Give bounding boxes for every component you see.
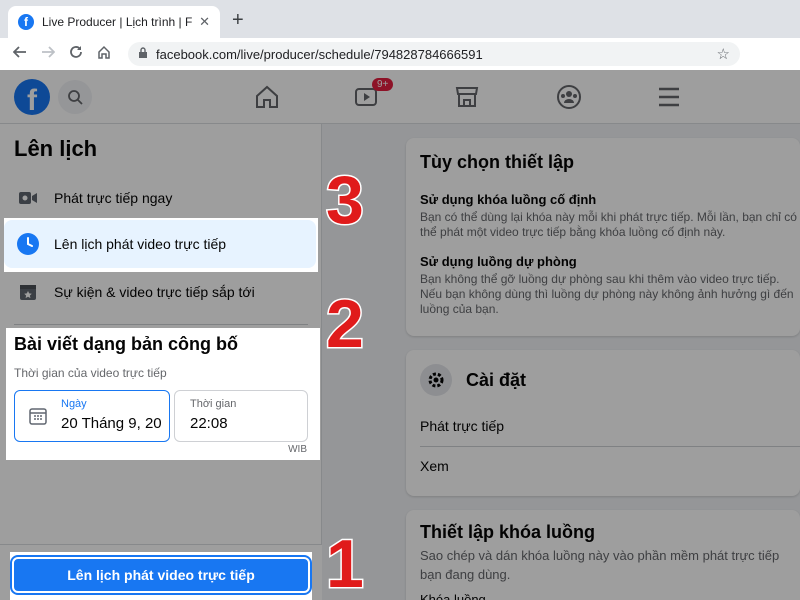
sidebar-item-schedule-live[interactable]: Lên lịch phát video trực tiếp [4, 220, 316, 268]
calendar-icon [29, 407, 47, 430]
sidebar-item-upcoming-events[interactable]: Sự kiện & video trực tiếp sắp tới [4, 268, 316, 316]
home-nav-icon[interactable] [252, 82, 282, 112]
stream-key-text: Sao chép và dán khóa luồng này vào phần … [420, 548, 780, 582]
step-number-3: 3 [325, 162, 366, 238]
post-card-title: Bài viết dạng bản công bố [14, 334, 239, 354]
new-tab-icon[interactable]: + [232, 10, 244, 30]
sidebar-item-go-live-now[interactable]: Phát trực tiếp ngay [4, 174, 316, 222]
back-arrow-icon[interactable] [6, 45, 34, 64]
settings-title: Cài đặt [466, 370, 527, 390]
browser-tab[interactable]: f Live Producer | Lịch trình | Facebook … [8, 6, 220, 38]
setup-options-card: Tùy chọn thiết lập Sử dụng khóa luồng cố… [406, 138, 800, 336]
tab-title: Live Producer | Lịch trình | Facebook [42, 15, 192, 29]
time-field[interactable]: Thời gian 22:08 [174, 390, 308, 442]
stream-key-label: Khóa luồng [420, 592, 486, 600]
lock-icon [138, 46, 148, 62]
browser-tab-bar: f Live Producer | Lịch trình | Facebook … [0, 0, 800, 38]
address-bar[interactable]: facebook.com/live/producer/schedule/7948… [128, 42, 740, 66]
reload-icon[interactable] [62, 45, 90, 64]
backup-stream-title[interactable]: Sử dụng luồng dự phòng [420, 254, 577, 269]
video-notification-badge: 9+ [372, 78, 394, 91]
sidebar-item-label: Phát trực tiếp ngay [54, 190, 173, 206]
sidebar-item-label: Sự kiện & video trực tiếp sắp tới [54, 284, 255, 300]
settings-card: Cài đặt Phát trực tiếp Xem [406, 350, 800, 496]
sidebar-footer: Lên lịch phát video trực tiếp [0, 544, 322, 600]
persistent-key-title[interactable]: Sử dụng khóa luồng cố định [420, 192, 596, 207]
step-number-1: 1 [325, 526, 366, 600]
post-card-subtitle: Thời gian của video trực tiếp [14, 366, 167, 380]
search-icon[interactable] [58, 80, 92, 114]
browser-toolbar: facebook.com/live/producer/schedule/7948… [0, 38, 800, 99]
facebook-logo-icon[interactable]: f [14, 79, 50, 115]
persistent-key-text: Bạn có thể dùng lại khóa này mỗi khi phá… [420, 210, 797, 239]
date-field-label: Ngày [61, 398, 87, 410]
left-sidebar: Lên lịch Phát trực tiếp ngay Lên lịch ph… [0, 124, 322, 600]
bookmark-star-icon[interactable]: ☆ [717, 45, 730, 63]
video-camera-icon [16, 186, 40, 210]
calendar-star-icon [16, 280, 40, 304]
setup-options-title: Tùy chọn thiết lập [420, 152, 575, 172]
stream-key-title: Thiết lập khóa luồng [420, 522, 595, 542]
main-content: Tùy chọn thiết lập Sử dụng khóa luồng cố… [324, 124, 800, 600]
announcement-post-card: Bài viết dạng bản công bố Thời gian của … [6, 328, 319, 460]
clock-icon [16, 232, 40, 256]
groups-nav-icon[interactable] [554, 82, 584, 112]
facebook-header: f 9+ [0, 70, 800, 124]
home-icon[interactable] [90, 45, 118, 64]
timezone-label: WIB [288, 444, 307, 455]
sidebar-item-label: Lên lịch phát video trực tiếp [54, 236, 227, 252]
settings-row-view[interactable]: Xem [420, 458, 449, 474]
settings-row-live[interactable]: Phát trực tiếp [420, 418, 504, 434]
sidebar-divider [14, 324, 308, 325]
settings-divider [420, 446, 800, 447]
url-text: facebook.com/live/producer/schedule/7948… [156, 46, 483, 62]
stream-key-card: Thiết lập khóa luồng Sao chép và dán khó… [406, 510, 800, 600]
step-number-2: 2 [325, 286, 366, 362]
date-field[interactable]: Ngày 20 Tháng 9, 20 [14, 390, 170, 442]
marketplace-nav-icon[interactable] [452, 82, 482, 112]
facebook-favicon-icon: f [18, 14, 34, 30]
schedule-live-button[interactable]: Lên lịch phát video trực tiếp [12, 557, 310, 593]
menu-hamburger-icon[interactable] [654, 82, 684, 112]
backup-stream-text: Bạn không thể gỡ luồng dự phòng sau khi … [420, 272, 794, 316]
sidebar-title: Lên lịch [14, 136, 98, 161]
tab-close-icon[interactable]: ✕ [199, 14, 210, 30]
date-field-value: 20 Tháng 9, 20 [61, 415, 162, 432]
gear-icon [420, 364, 452, 396]
time-field-label: Thời gian [190, 398, 237, 410]
time-field-value: 22:08 [190, 415, 228, 432]
forward-arrow-icon[interactable] [34, 45, 62, 64]
